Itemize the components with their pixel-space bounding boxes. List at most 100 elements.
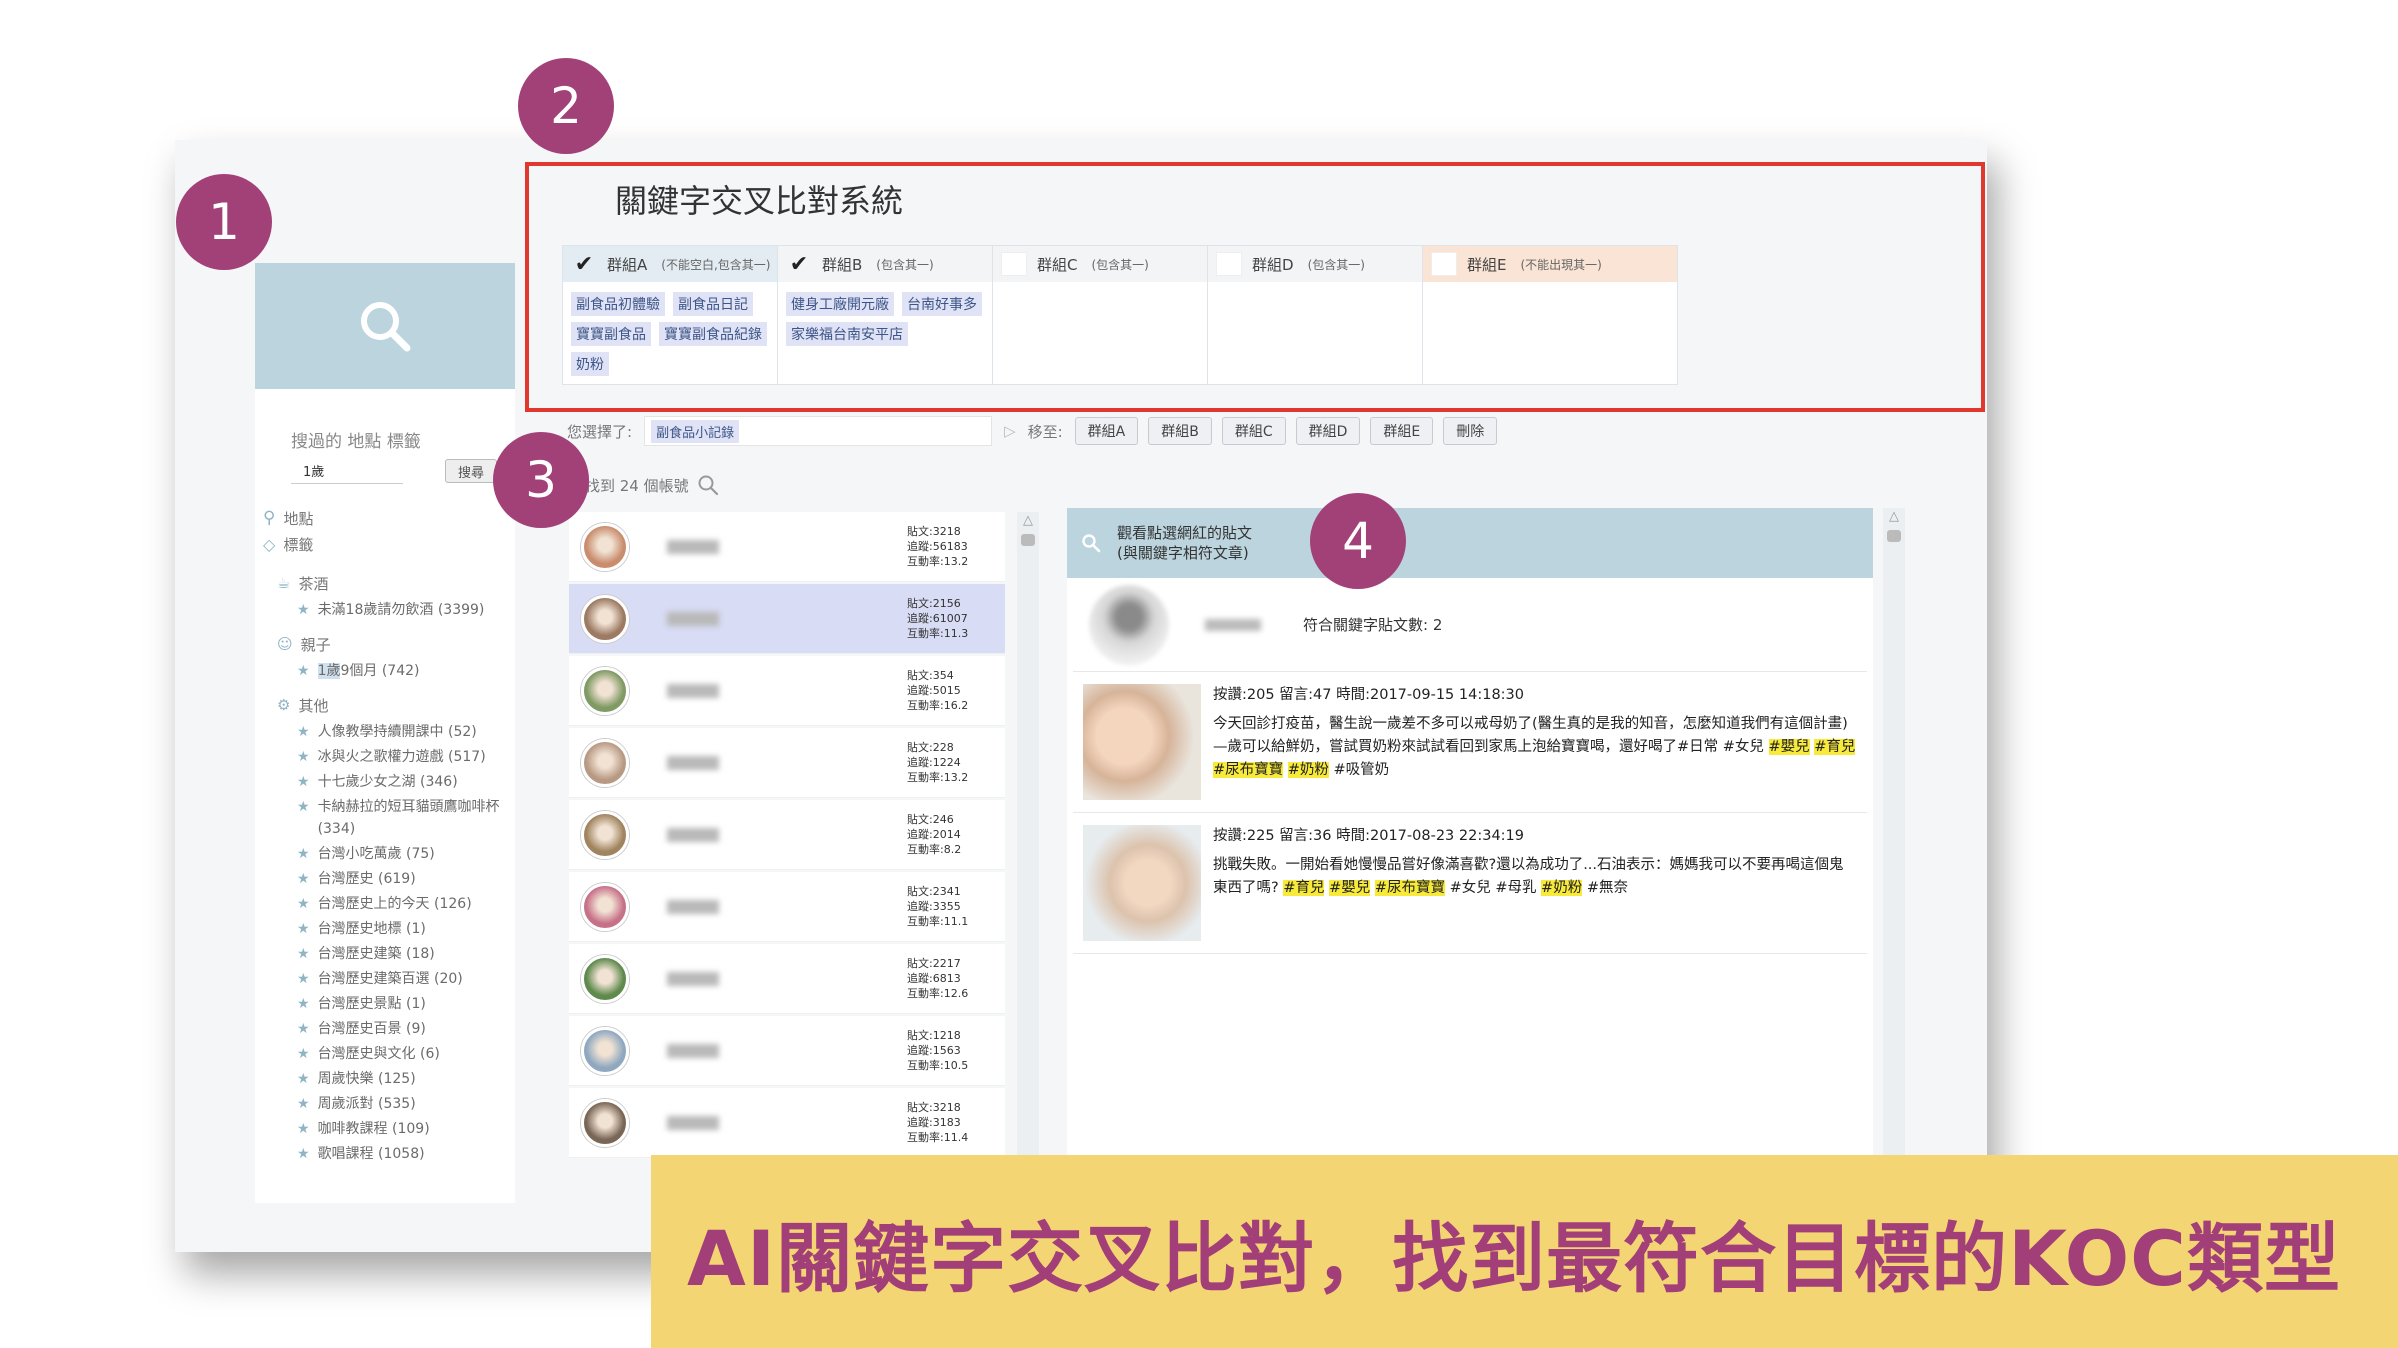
post-text: 挑戰失敗。一開始看她慢慢品嘗好像滿喜歡?還以為成功了...石油表示：媽媽我可以不… [1213,857,1844,896]
keyword-tag[interactable]: 健身工廠開元廠 [786,292,894,316]
category-item[interactable]: ★ 周歲派對 (535) [297,1093,515,1115]
category-item[interactable]: ★ 台灣歷史地標 (1) [297,918,515,940]
category-item[interactable]: ★ 1歲9個月 (742) [297,660,515,682]
category-item[interactable]: ★ 台灣歷史百景 (9) [297,1018,515,1040]
move-to-group-button[interactable]: 群組B [1148,417,1212,445]
follower-count: 追蹤:1563 [907,1044,961,1057]
caption-banner: AI關鍵字交叉比對，找到最符合目標的KOC類型 [651,1155,2398,1348]
keyword-tag[interactable]: 台南好事多 [902,292,982,316]
account-row[interactable]: 貼文:2341 追蹤:3355 互動率:11.1 [569,872,1005,942]
tag-label: 標籤 [283,535,314,554]
selection-field[interactable]: 副食品小記錄 [644,416,993,446]
group-box-e[interactable]: 群組E (不能出現其一) [1422,245,1678,385]
keyword-tag[interactable]: 家樂福台南安平店 [786,322,908,346]
checkmark-icon[interactable]: ✔ [786,252,812,277]
category-item[interactable]: ★ 卡納赫拉的短耳貓頭鷹咖啡杯 (334) [297,796,515,840]
account-row[interactable]: 貼文:228 追蹤:1224 互動率:13.2 [569,728,1005,798]
category-parent-child[interactable]: ☺ 親子 [277,631,515,657]
keyword-tag[interactable]: 奶粉 [571,352,609,376]
post-item[interactable]: 按讚:205 留言:47 時間:2017-09-15 14:18:30 今天回診打… [1073,672,1867,813]
category-item[interactable]: ★ 未滿18歲請勿飲酒 (3399) [297,599,515,621]
account-list-scrollbar[interactable]: △ [1017,512,1039,1252]
account-row[interactable]: 貼文:354 追蹤:5015 互動率:16.2 [569,656,1005,726]
account-row[interactable]: 貼文:3218 追蹤:3183 互動率:11.4 [569,1088,1005,1158]
engagement-rate: 互動率:13.2 [907,555,969,568]
delete-button[interactable]: 刪除 [1443,417,1498,445]
category-item[interactable]: ★ 台灣小吃萬歲 (75) [297,843,515,865]
search-hero[interactable] [255,263,515,389]
found-count: 找到 24 個帳號 [585,474,719,496]
group-note: (不能空白,包含其一) [661,257,771,272]
account-stats: 貼文:228 追蹤:1224 互動率:13.2 [907,740,983,785]
star-icon: ★ [297,946,310,962]
category-name: 茶酒 [298,574,329,593]
account-row[interactable]: 貼文:246 追蹤:2014 互動率:8.2 [569,800,1005,870]
post-thumbnail[interactable] [1083,684,1201,800]
selected-tag[interactable]: 副食品小記錄 [651,419,740,443]
checkbox-empty[interactable] [1001,252,1027,276]
account-avatar [581,594,629,643]
scroll-up-icon[interactable]: △ [1017,512,1039,530]
selection-row: 您選擇了: 副食品小記錄 ▷ 移至: 群組A 群組B 群組C 群組D 群組E 刪除 [567,416,1498,446]
category-item[interactable]: ★ 歌唱課程 (1058) [297,1143,515,1165]
move-to-group-button[interactable]: 群組E [1370,417,1434,445]
group-header[interactable]: 群組E (不能出現其一) [1423,246,1677,282]
category-item[interactable]: ★ 人像教學持續開課中 (52) [297,721,515,743]
post-panel-scrollbar[interactable]: △ [1883,508,1905,1252]
checkmark-icon[interactable]: ✔ [571,252,597,277]
category-gear[interactable]: ⚙ 其他 [277,692,515,718]
scroll-up-icon[interactable]: △ [1883,508,1905,526]
keyword-tag[interactable]: 副食品初體驗 [571,292,665,316]
category-item[interactable]: ★ 咖啡教課程 (109) [297,1118,515,1140]
kol-name-blurred [1205,618,1261,631]
keyword-tag[interactable]: 寶寶副食品 [571,322,651,346]
category-item[interactable]: ★ 台灣歷史建築百選 (20) [297,968,515,990]
star-icon: ★ [297,602,310,618]
follower-count: 追蹤:2014 [907,828,961,841]
keyword-tag[interactable]: 寶寶副食品紀錄 [659,322,767,346]
checkbox-empty[interactable] [1216,252,1242,276]
search-input[interactable] [291,458,403,484]
account-avatar [581,522,629,571]
post-thumbnail[interactable] [1083,825,1201,941]
account-name-blurred [667,755,719,770]
account-stats: 貼文:1218 追蹤:1563 互動率:10.5 [907,1028,983,1073]
engagement-rate: 互動率:10.5 [907,1059,969,1072]
account-avatar [581,1026,629,1075]
post-item[interactable]: 按讚:225 留言:36 時間:2017-08-23 22:34:19 挑戰失敗。… [1073,813,1867,954]
account-avatar [581,1098,629,1147]
engagement-rate: 互動率:16.2 [907,699,969,712]
category-item[interactable]: ★ 台灣歷史與文化 (6) [297,1043,515,1065]
engagement-rate: 互動率:11.4 [907,1131,969,1144]
search-button[interactable]: 搜尋 [445,459,497,483]
search-icon[interactable] [697,474,719,496]
category-item[interactable]: ★ 台灣歷史景點 (1) [297,993,515,1015]
account-row[interactable]: 貼文:1218 追蹤:1563 互動率:10.5 [569,1016,1005,1086]
category-item[interactable]: ★ 十七歲少女之湖 (346) [297,771,515,793]
category-item-label: 台灣歷史景點 (1) [317,996,426,1012]
category-item-label: 台灣歷史與文化 (6) [317,1046,440,1062]
move-to-group-button[interactable]: 群組C [1221,417,1286,445]
group-note: (包含其一) [1091,257,1149,272]
step-3-marker: 3 [493,432,589,528]
tag-link[interactable]: ◇ 標籤 [263,528,515,560]
post-body: 按讚:205 留言:47 時間:2017-09-15 14:18:30 今天回診打… [1213,684,1857,800]
account-row[interactable]: 貼文:3218 追蹤:56183 互動率:13.2 [569,512,1005,582]
category-item[interactable]: ★ 台灣歷史上的今天 (126) [297,893,515,915]
category-item[interactable]: ★ 周歲快樂 (125) [297,1068,515,1090]
category-item[interactable]: ★ 台灣歷史 (619) [297,868,515,890]
checkbox-empty[interactable] [1431,252,1457,276]
keyword-tag[interactable]: 副食品日記 [673,292,753,316]
group-name: 群組D [1252,255,1294,274]
account-row[interactable]: 貼文:2156 追蹤:61007 互動率:11.3 [569,584,1005,654]
star-icon: ★ [297,1071,310,1087]
move-to-group-button[interactable]: 群組D [1295,417,1361,445]
scroll-thumb[interactable] [1021,534,1035,546]
category-item[interactable]: ★ 冰與火之歌權力遊戲 (517) [297,746,515,768]
move-to-group-button[interactable]: 群組A [1074,417,1139,445]
group-tags [1423,282,1677,302]
account-row[interactable]: 貼文:2217 追蹤:6813 互動率:12.6 [569,944,1005,1014]
scroll-thumb[interactable] [1887,530,1901,542]
category-item[interactable]: ★ 台灣歷史建築 (18) [297,943,515,965]
category-tea[interactable]: ☕ 茶酒 [277,570,515,596]
